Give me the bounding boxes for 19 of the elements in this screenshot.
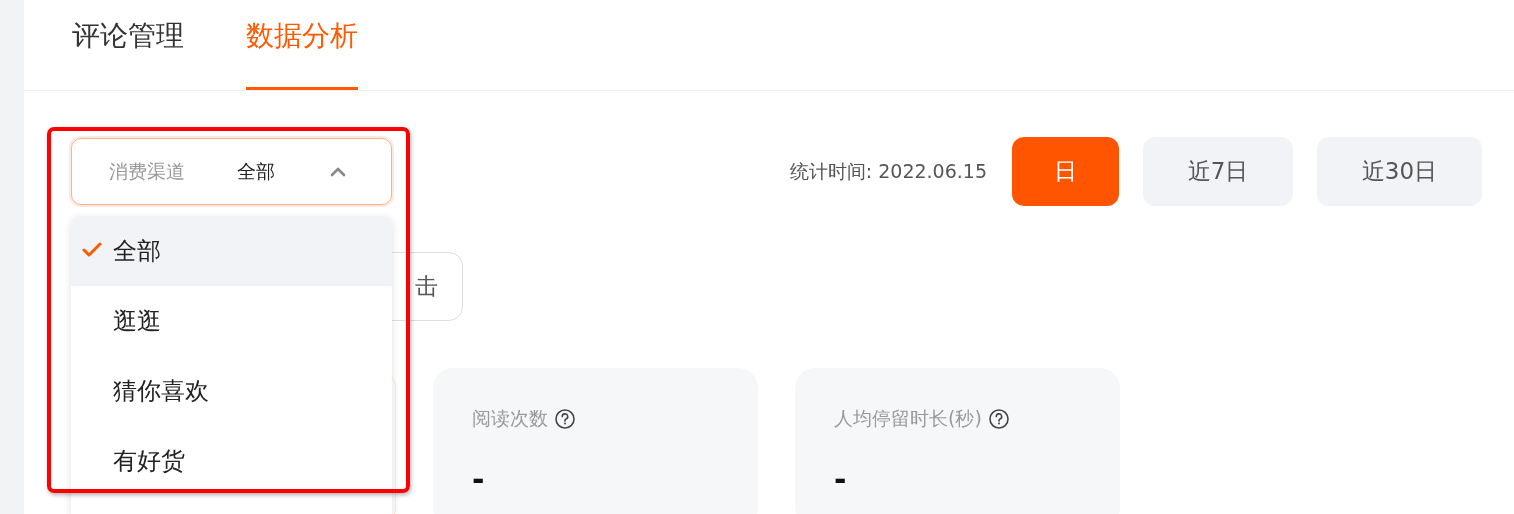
dropdown-option[interactable]: 逛逛: [71, 286, 392, 356]
channel-select[interactable]: 消费渠道 全部: [71, 138, 392, 205]
dropdown-option[interactable]: 猜你喜欢: [71, 356, 392, 426]
dropdown-option[interactable]: 全部: [71, 216, 392, 286]
dropdown-option[interactable]: 有好货: [71, 426, 392, 496]
metric-value: -: [472, 462, 486, 497]
metric-title: 阅读次数: [472, 406, 548, 431]
select-label: 消费渠道: [109, 158, 186, 184]
help-icon[interactable]: [987, 408, 1010, 430]
select-value: 全部: [237, 158, 276, 184]
tab[interactable]: 评论管理: [72, 0, 184, 90]
range-button[interactable]: 近30日: [1317, 137, 1482, 206]
metric-title: 人均停留时长(秒): [834, 406, 982, 431]
check-icon: [82, 242, 102, 258]
stat-time: 统计时间: 2022.06.15: [789, 158, 987, 184]
help-icon[interactable]: [554, 408, 576, 430]
chevron-up-icon: [329, 165, 347, 178]
metric-value: -: [834, 462, 848, 497]
range-button[interactable]: 近7日: [1143, 137, 1293, 206]
